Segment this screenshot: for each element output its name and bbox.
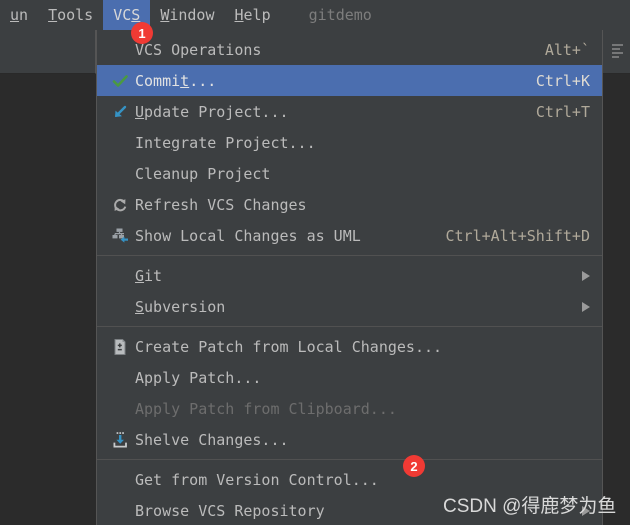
menu-item-icon-slot	[105, 399, 135, 419]
menu-item-label: Integrate Project...	[135, 133, 316, 152]
menu-item-shortcut: Alt+`	[544, 40, 590, 59]
ide-editor-background-right	[603, 74, 630, 525]
uml-diagram-icon	[105, 226, 135, 246]
submenu-chevron-right-icon	[582, 270, 590, 281]
menu-item-label: Show Local Changes as UML	[135, 226, 361, 245]
menu-item-label: VCS Operations	[135, 40, 262, 59]
menu-item-apply-patch-from-clipboard: Apply Patch from Clipboard...	[97, 393, 602, 424]
annotation-badge-2: 2	[403, 455, 425, 477]
menu-item-refresh-vcs-changes[interactable]: Refresh VCS Changes	[97, 189, 602, 220]
menu-item-subversion[interactable]: Subversion	[97, 291, 602, 322]
menu-item-integrate-project[interactable]: Integrate Project...	[97, 127, 602, 158]
menu-separator	[97, 255, 602, 256]
menu-item-cleanup-project[interactable]: Cleanup Project	[97, 158, 602, 189]
menubar-item-label: Help	[234, 6, 271, 24]
ide-screen: un Tools VCS Window Help gitdemo VCS Operatio…	[0, 0, 630, 525]
menu-item-label: Apply Patch...	[135, 368, 262, 387]
ide-editor-background-left	[0, 74, 96, 525]
menu-item-git[interactable]: Git	[97, 260, 602, 291]
menu-bar: un Tools VCS Window Help gitdemo	[0, 0, 630, 30]
menu-separator	[97, 326, 602, 327]
menu-item-icon-slot	[105, 40, 135, 60]
vcs-menu-popup[interactable]: VCS Operations Alt+` Commit... Ctrl+K Update…	[96, 30, 603, 525]
ide-toolbar-right	[603, 30, 630, 74]
create-patch-icon	[105, 337, 135, 357]
menu-item-label: Subversion	[135, 297, 226, 316]
menu-item-label: Commit...	[135, 71, 217, 90]
menu-item-label: Get from Version Control...	[135, 470, 379, 489]
menu-item-show-local-changes-as-uml[interactable]: Show Local Changes as UML Ctrl+Alt+Shift+…	[97, 220, 602, 251]
menu-item-shelve-changes[interactable]: Shelve Changes...	[97, 424, 602, 455]
menu-item-icon-slot	[105, 501, 135, 521]
menu-item-shortcut: Ctrl+K	[535, 71, 590, 90]
menubar-item-label: Window	[160, 6, 215, 24]
menu-separator	[97, 459, 602, 460]
menu-item-label: Update Project...	[135, 102, 289, 121]
shelve-icon	[105, 430, 135, 450]
ide-toolbar-left	[0, 30, 96, 74]
menubar-item-label: Tools	[48, 6, 94, 24]
menu-item-icon-slot	[105, 297, 135, 317]
menu-item-shortcut: Ctrl+T	[535, 102, 590, 121]
submenu-chevron-right-icon	[582, 301, 590, 312]
menu-item-icon-slot	[105, 368, 135, 388]
menubar-item-un[interactable]: un	[0, 0, 38, 30]
menubar-item-label: VCS	[113, 6, 141, 24]
menu-item-label: Refresh VCS Changes	[135, 195, 307, 214]
menu-item-apply-patch[interactable]: Apply Patch...	[97, 362, 602, 393]
watermark-text: CSDN @得鹿梦为鱼	[443, 496, 617, 517]
menubar-item-window[interactable]: Window	[150, 0, 224, 30]
menu-item-label: Apply Patch from Clipboard...	[135, 399, 397, 418]
menu-item-label: Git	[135, 266, 163, 285]
update-arrow-icon	[105, 102, 135, 122]
menu-item-label: Browse VCS Repository	[135, 501, 325, 520]
menu-item-icon-slot	[105, 266, 135, 286]
menubar-item-help[interactable]: Help	[225, 0, 281, 30]
menu-item-icon-slot	[105, 133, 135, 153]
menu-item-commit[interactable]: Commit... Ctrl+K	[97, 65, 602, 96]
menubar-item-tools[interactable]: Tools	[38, 0, 103, 30]
menu-bar-items: un Tools VCS Window Help gitdemo	[0, 0, 382, 30]
checkmark-icon	[105, 71, 135, 91]
menu-item-label: Cleanup Project	[135, 164, 271, 183]
toolbar-overflow-icon[interactable]	[612, 44, 623, 58]
menu-item-label: Create Patch from Local Changes...	[135, 337, 443, 356]
project-name-label: gitdemo	[308, 6, 372, 24]
refresh-icon	[105, 195, 135, 215]
menu-item-vcs-operations[interactable]: VCS Operations Alt+`	[97, 34, 602, 65]
menu-item-label: Shelve Changes...	[135, 430, 289, 449]
menu-item-shortcut: Ctrl+Alt+Shift+D	[445, 226, 591, 245]
menu-item-icon-slot	[105, 164, 135, 184]
menubar-item-label: un	[10, 6, 29, 24]
menu-item-update-project[interactable]: Update Project... Ctrl+T	[97, 96, 602, 127]
menu-item-icon-slot	[105, 470, 135, 490]
menu-item-create-patch-from-local-changes[interactable]: Create Patch from Local Changes...	[97, 331, 602, 362]
annotation-badge-1: 1	[131, 22, 153, 44]
